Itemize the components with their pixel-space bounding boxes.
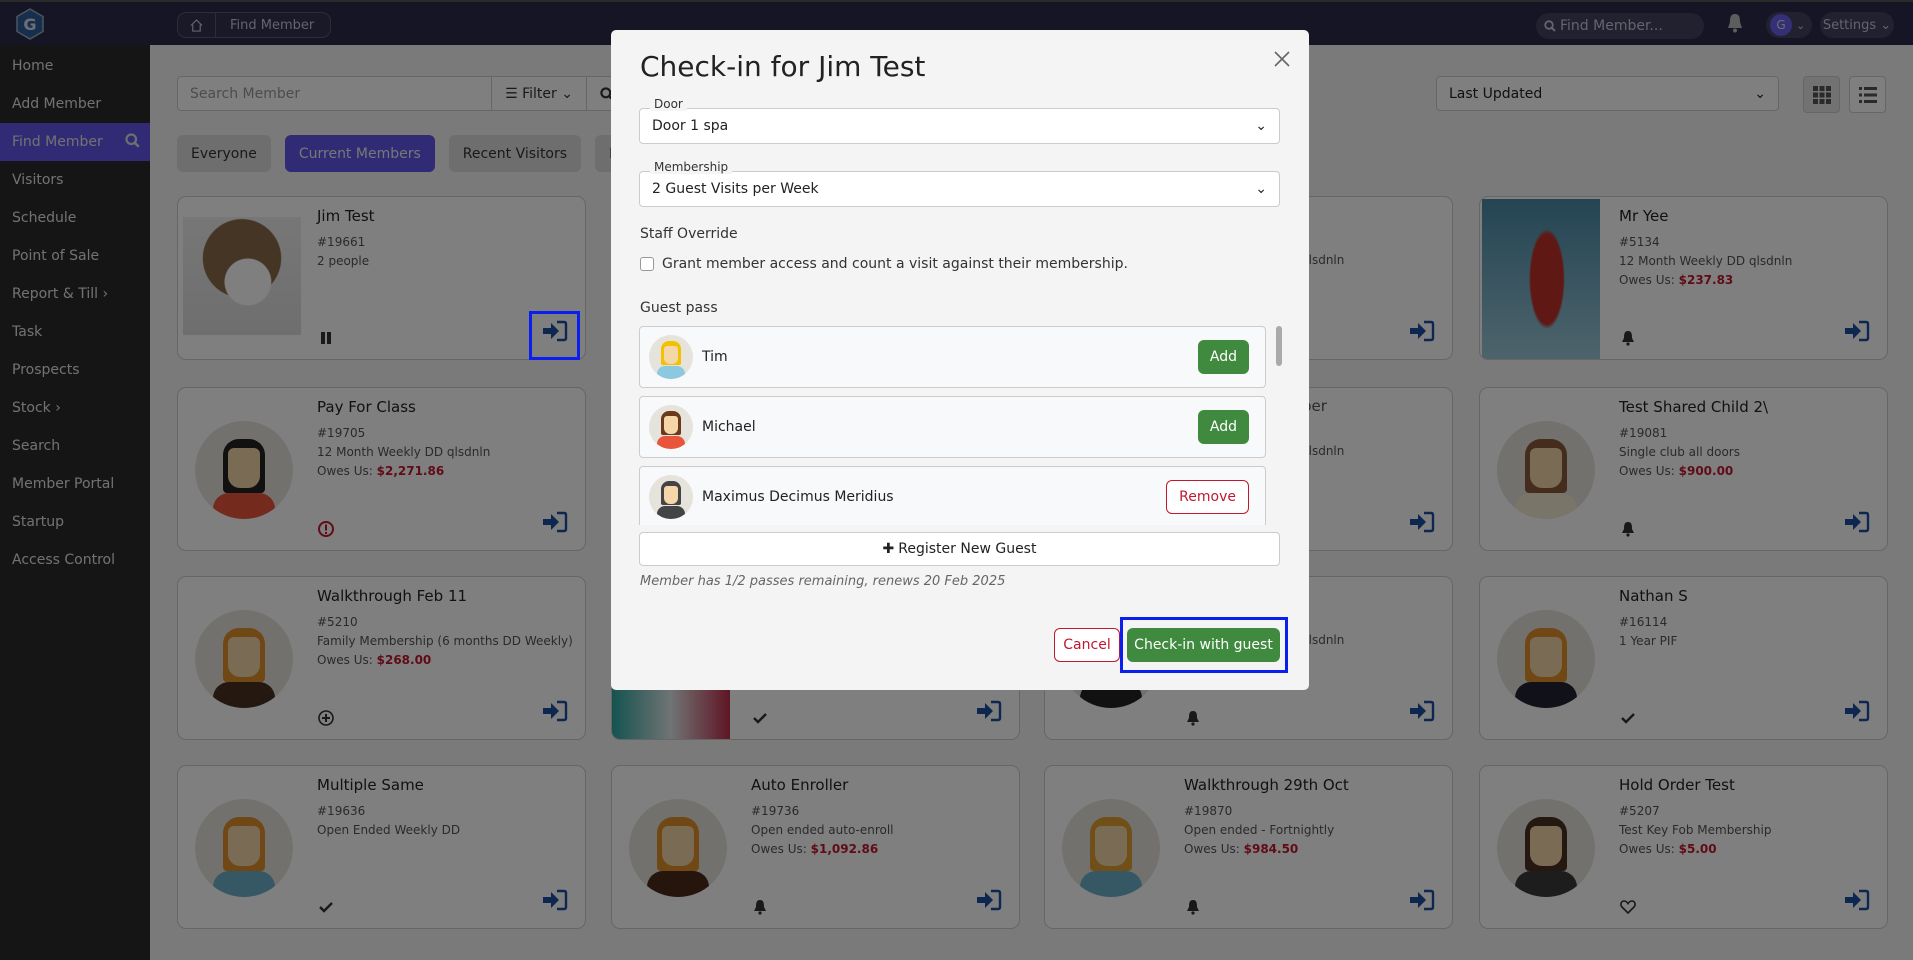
staff-override-label: Staff Override bbox=[640, 226, 738, 242]
guest-list-scrollbar[interactable] bbox=[1276, 326, 1282, 366]
door-select[interactable]: Door Door 1 spa ⌄ bbox=[639, 97, 1280, 144]
chevron-down-icon: ⌄ bbox=[1255, 181, 1267, 197]
cancel-button[interactable]: Cancel bbox=[1054, 628, 1120, 662]
membership-label: Membership bbox=[650, 160, 733, 174]
plus-icon: ✚ bbox=[882, 541, 895, 557]
highlight-box bbox=[1120, 617, 1288, 673]
door-value: Door 1 spa bbox=[652, 118, 729, 134]
guest-row: Maximus Decimus Meridius Remove bbox=[639, 466, 1266, 525]
add-guest-button[interactable]: Add bbox=[1197, 410, 1249, 444]
guest-pass-label: Guest pass bbox=[640, 300, 718, 316]
avatar bbox=[649, 475, 693, 519]
remove-guest-button[interactable]: Remove bbox=[1166, 480, 1249, 514]
guest-row: Tim Add bbox=[639, 326, 1266, 388]
staff-override-text[interactable]: Grant member access and count a visit ag… bbox=[662, 256, 1128, 272]
passes-note: Member has 1/2 passes remaining, renews … bbox=[640, 574, 1006, 589]
guest-name: Michael bbox=[702, 419, 756, 435]
guest-name: Maximus Decimus Meridius bbox=[702, 489, 894, 505]
add-guest-button[interactable]: Add bbox=[1197, 340, 1249, 374]
highlight-box bbox=[529, 311, 580, 360]
register-new-guest-button[interactable]: ✚ Register New Guest bbox=[639, 532, 1280, 566]
close-icon[interactable] bbox=[1271, 48, 1293, 70]
modal-title: Check-in for Jim Test bbox=[640, 50, 926, 83]
chevron-down-icon: ⌄ bbox=[1255, 118, 1267, 134]
guest-name: Tim bbox=[702, 349, 728, 365]
membership-value: 2 Guest Visits per Week bbox=[652, 181, 819, 197]
avatar bbox=[649, 405, 693, 449]
door-label: Door bbox=[650, 97, 687, 111]
staff-override-row: Grant member access and count a visit ag… bbox=[640, 256, 1128, 272]
register-label: Register New Guest bbox=[898, 541, 1037, 557]
guest-row: Michael Add bbox=[639, 396, 1266, 458]
checkin-modal: Check-in for Jim Test Door Door 1 spa ⌄ Me… bbox=[611, 30, 1309, 690]
avatar bbox=[649, 335, 693, 379]
membership-select[interactable]: Membership 2 Guest Visits per Week ⌄ bbox=[639, 160, 1280, 207]
staff-override-checkbox[interactable] bbox=[640, 257, 654, 271]
guest-list: Tim Add Michael Add Maximus Decimus Meridius… bbox=[639, 326, 1280, 525]
